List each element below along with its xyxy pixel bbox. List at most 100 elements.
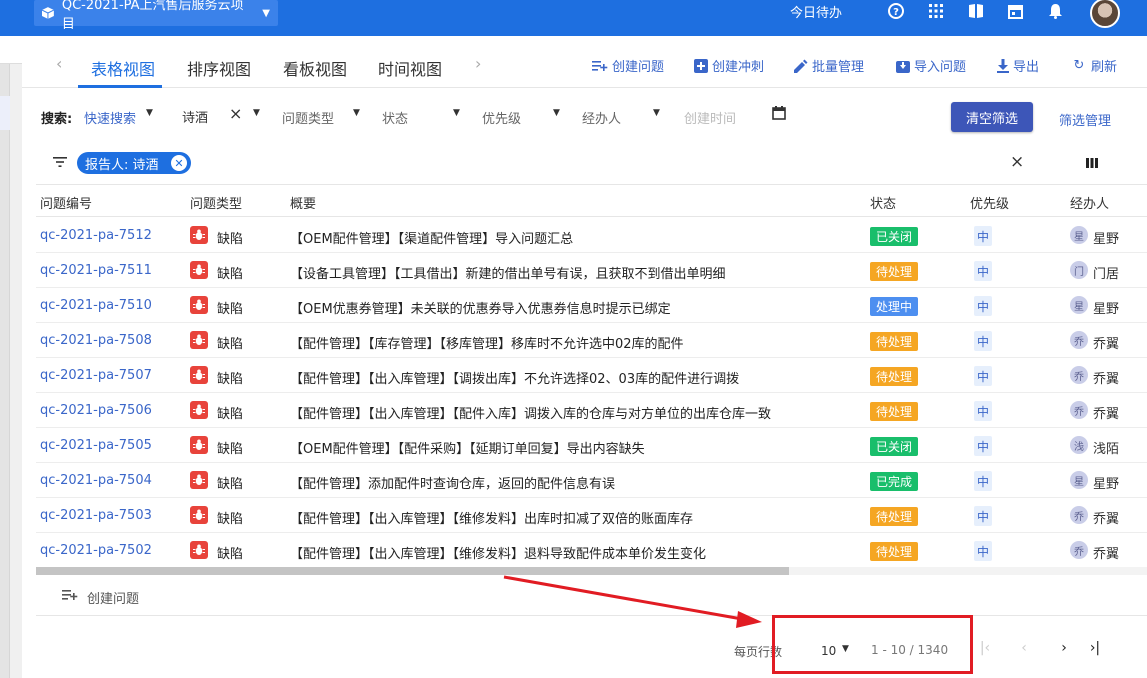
calendar-picker-icon[interactable]: [772, 106, 786, 120]
table-row[interactable]: qc-2021-pa-7508 缺陷 【配件管理】【库存管理】【移库管理】移库时不允…: [36, 323, 1147, 358]
create-issue-button[interactable]: 创建问题: [592, 56, 664, 75]
status-filter[interactable]: 状态: [382, 108, 408, 127]
priority-badge[interactable]: 中: [974, 506, 992, 526]
table-row[interactable]: qc-2021-pa-7503 缺陷 【配件管理】【出入库管理】【维修发料】出库时扣…: [36, 498, 1147, 533]
table-row[interactable]: qc-2021-pa-7504 缺陷 【配件管理】添加配件时查询仓库，返回的配件信息…: [36, 463, 1147, 498]
issue-id-link[interactable]: qc-2021-pa-7503: [40, 508, 152, 523]
priority-badge[interactable]: 中: [974, 471, 992, 491]
project-selector[interactable]: QC-2021-PA上汽售后服务云项目 ▼: [34, 0, 278, 32]
import-issue-button[interactable]: 导入问题: [896, 56, 966, 75]
side-nav-selected[interactable]: [0, 96, 10, 130]
table-row[interactable]: qc-2021-pa-7506 缺陷 【配件管理】【出入库管理】【配件入库】调拨入库…: [36, 393, 1147, 428]
issue-id-link[interactable]: qc-2021-pa-7507: [40, 368, 152, 383]
assignee-name[interactable]: 乔翼: [1093, 403, 1119, 422]
priority-badge[interactable]: 中: [974, 541, 992, 561]
issue-id-link[interactable]: qc-2021-pa-7502: [40, 543, 152, 558]
issue-summary[interactable]: 【OEM配件管理】【渠道配件管理】导入问题汇总: [290, 228, 573, 247]
assignee-name[interactable]: 乔翼: [1093, 333, 1119, 352]
issue-id-link[interactable]: qc-2021-pa-7512: [40, 228, 152, 243]
calendar-icon[interactable]: [1006, 2, 1024, 20]
issue-summary[interactable]: 【配件管理】【出入库管理】【维修发料】退料导致配件成本单价发生变化: [290, 543, 706, 562]
column-header-priority[interactable]: 优先级: [970, 193, 1009, 212]
book-icon[interactable]: [967, 2, 985, 20]
today-todo-link[interactable]: 今日待办: [790, 2, 842, 21]
table-row[interactable]: qc-2021-pa-7511 缺陷 【设备工具管理】【工具借出】新建的借出单号有误…: [36, 253, 1147, 288]
status-badge[interactable]: 待处理: [870, 332, 919, 351]
assignee-name[interactable]: 浅陌: [1093, 438, 1119, 457]
bell-icon[interactable]: [1046, 2, 1064, 20]
chip-remove-icon[interactable]: ✕: [171, 155, 187, 171]
reporter-caret-icon[interactable]: ▼: [253, 108, 260, 118]
inline-create-issue[interactable]: 创建问题: [36, 576, 1147, 616]
apps-icon[interactable]: [927, 2, 945, 20]
status-badge[interactable]: 处理中: [870, 297, 919, 316]
status-badge[interactable]: 待处理: [870, 507, 919, 526]
issue-type-filter[interactable]: 问题类型: [282, 108, 334, 127]
assignee-name[interactable]: 星野: [1093, 298, 1119, 317]
reporter-clear-icon[interactable]: ×: [229, 104, 242, 123]
issue-summary[interactable]: 【配件管理】【出入库管理】【调拨出库】不允许选择02、03库的配件进行调拨: [290, 368, 739, 387]
priority-badge[interactable]: 中: [974, 296, 992, 316]
status-badge[interactable]: 待处理: [870, 542, 919, 561]
last-page-icon[interactable]: ›|: [1086, 640, 1104, 656]
bulk-manage-button[interactable]: 批量管理: [794, 56, 864, 75]
quick-search-caret-icon[interactable]: ▼: [146, 108, 153, 118]
table-row[interactable]: qc-2021-pa-7507 缺陷 【配件管理】【出入库管理】【调拨出库】不允许选…: [36, 358, 1147, 393]
filter-list-icon[interactable]: [53, 156, 67, 168]
issue-summary[interactable]: 【OEM优惠券管理】未关联的优惠券导入优惠券信息时提示已绑定: [290, 298, 671, 317]
issue-id-link[interactable]: qc-2021-pa-7504: [40, 473, 152, 488]
status-badge[interactable]: 待处理: [870, 262, 919, 281]
column-header-summary[interactable]: 概要: [290, 193, 316, 212]
assignee-name[interactable]: 星野: [1093, 228, 1119, 247]
issue-summary[interactable]: 【配件管理】【出入库管理】【配件入库】调拨入库的仓库与对方单位的出库仓库一致: [290, 403, 771, 422]
priority-badge[interactable]: 中: [974, 366, 992, 386]
issue-type-caret-icon[interactable]: ▼: [353, 108, 360, 118]
table-row[interactable]: qc-2021-pa-7510 缺陷 【OEM优惠券管理】未关联的优惠券导入优惠券信…: [36, 288, 1147, 323]
assignee-caret-icon[interactable]: ▼: [653, 108, 660, 118]
help-icon[interactable]: ?: [887, 2, 905, 20]
issue-id-link[interactable]: qc-2021-pa-7506: [40, 403, 152, 418]
tab-sort-view[interactable]: 排序视图: [187, 56, 251, 80]
user-avatar[interactable]: [1090, 0, 1120, 28]
table-row[interactable]: qc-2021-pa-7505 缺陷 【OEM配件管理】【配件采购】【延期订单回复】…: [36, 428, 1147, 463]
issue-summary[interactable]: 【配件管理】【出入库管理】【维修发料】出库时扣减了双倍的账面库存: [290, 508, 693, 527]
priority-badge[interactable]: 中: [974, 436, 992, 456]
first-page-icon[interactable]: |‹: [976, 640, 994, 656]
issue-summary[interactable]: 【配件管理】【库存管理】【移库管理】移库时不允许选中02库的配件: [290, 333, 684, 352]
export-button[interactable]: 导出: [997, 56, 1039, 75]
column-header-assignee[interactable]: 经办人: [1070, 193, 1109, 212]
assignee-filter[interactable]: 经办人: [582, 108, 621, 127]
status-badge[interactable]: 待处理: [870, 402, 919, 421]
horizontal-scrollbar-thumb[interactable]: [36, 567, 789, 575]
issue-id-link[interactable]: qc-2021-pa-7510: [40, 298, 152, 313]
tabs-prev-arrow-icon[interactable]: ‹: [56, 54, 62, 73]
priority-badge[interactable]: 中: [974, 261, 992, 281]
assignee-name[interactable]: 乔翼: [1093, 368, 1119, 387]
reporter-filter-value[interactable]: 诗酒: [182, 107, 208, 126]
priority-badge[interactable]: 中: [974, 331, 992, 351]
created-time-input[interactable]: 创建时间: [684, 108, 736, 127]
issue-id-link[interactable]: qc-2021-pa-7511: [40, 263, 152, 278]
status-caret-icon[interactable]: ▼: [453, 108, 460, 118]
tab-board-view[interactable]: 看板视图: [283, 56, 347, 80]
quick-search-dropdown[interactable]: 快速搜索: [84, 108, 136, 127]
column-header-type[interactable]: 问题类型: [190, 193, 242, 212]
filter-manage-button[interactable]: 筛选管理: [1059, 110, 1111, 129]
priority-filter[interactable]: 优先级: [482, 108, 521, 127]
issue-summary[interactable]: 【OEM配件管理】【配件采购】【延期订单回复】导出内容缺失: [290, 438, 645, 457]
tab-table-view[interactable]: 表格视图: [91, 56, 155, 80]
assignee-name[interactable]: 门居: [1093, 263, 1119, 282]
column-header-id[interactable]: 问题编号: [40, 193, 92, 212]
table-row[interactable]: qc-2021-pa-7502 缺陷 【配件管理】【出入库管理】【维修发料】退料导致…: [36, 533, 1147, 568]
next-page-icon[interactable]: ›: [1055, 640, 1073, 656]
assignee-name[interactable]: 星野: [1093, 473, 1119, 492]
status-badge[interactable]: 已完成: [870, 472, 919, 491]
columns-icon[interactable]: [1086, 158, 1098, 168]
priority-badge[interactable]: 中: [974, 226, 992, 246]
assignee-name[interactable]: 乔翼: [1093, 508, 1119, 527]
clear-filters-button[interactable]: 清空筛选: [951, 102, 1033, 132]
tab-timeline-view[interactable]: 时间视图: [378, 56, 442, 80]
create-sprint-button[interactable]: 创建冲刺: [694, 56, 764, 75]
clear-chips-icon[interactable]: ×: [1010, 152, 1024, 172]
priority-badge[interactable]: 中: [974, 401, 992, 421]
